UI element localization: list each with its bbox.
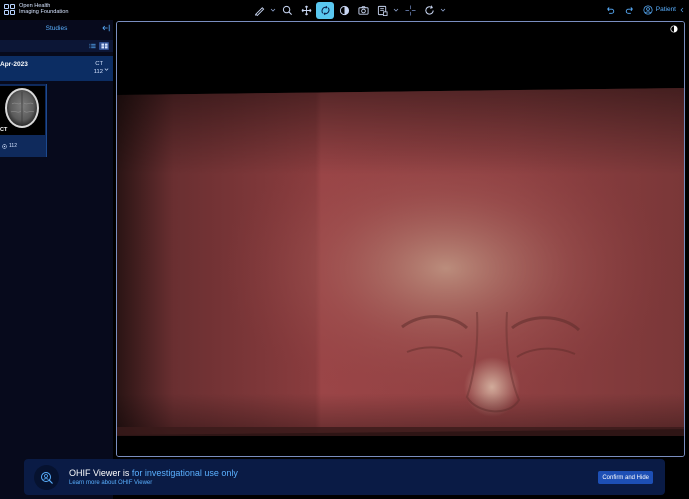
confirm-and-hide-button[interactable]: Confirm and Hide [598, 471, 653, 484]
notice-avatar [34, 465, 59, 490]
rotate-3d-icon [321, 5, 329, 15]
undo-button[interactable] [603, 2, 617, 17]
measure-dropdown-toggle[interactable] [269, 2, 276, 19]
chevron-down-icon [440, 8, 445, 12]
studies-tab[interactable]: Studies [46, 25, 68, 32]
list-view-button[interactable] [87, 42, 97, 50]
main-toolbar [250, 1, 448, 19]
capture-tool-button[interactable] [354, 2, 372, 19]
layout-tool-button[interactable] [373, 2, 391, 19]
camera-icon [357, 5, 369, 15]
chevron-down-icon [104, 68, 109, 71]
user-search-icon [40, 471, 53, 484]
series-instance-count: 112 [9, 143, 17, 149]
volume-rendering [117, 22, 684, 456]
reset-tool-button[interactable] [420, 2, 438, 19]
reset-dropdown-toggle[interactable] [439, 2, 446, 19]
studies-tab-bar: Studies [0, 20, 113, 36]
pan-icon [301, 5, 311, 15]
series-modality: CT [0, 127, 8, 133]
study-modality: CT [95, 61, 103, 67]
layout-icon [377, 5, 387, 16]
reset-icon [424, 5, 434, 15]
study-date: Apr-2023 [0, 61, 28, 68]
chevron-left-icon [680, 7, 684, 12]
window-level-preset-icon[interactable] [670, 25, 678, 33]
volume-viewport[interactable] [116, 21, 685, 457]
user-circle-icon [643, 4, 653, 15]
stack-icon [2, 143, 7, 149]
pan-tool-button[interactable] [297, 2, 315, 19]
crosshairs-icon [404, 4, 416, 16]
undo-icon [606, 6, 614, 14]
thumbnail-view-toggle [0, 40, 113, 52]
crosshairs-tool-button[interactable] [401, 2, 419, 19]
grid-icon [100, 43, 108, 49]
ohif-logo[interactable]: Open Health Imaging Foundation [4, 3, 68, 15]
zoom-icon [282, 5, 292, 15]
chevron-down-icon [393, 8, 398, 12]
rotate-3d-tool-button[interactable] [316, 1, 334, 19]
zoom-tool-button[interactable] [278, 2, 296, 19]
study-browser-panel: Studies Apr-2023 CT 112 CT 112 [0, 20, 113, 499]
measure-tool-button[interactable] [250, 2, 268, 19]
investigational-use-banner: OHIF Viewer is for investigational use o… [24, 459, 665, 495]
measure-icon [254, 6, 264, 16]
window-level-tool-button[interactable] [335, 2, 353, 19]
series-instance-info: 112 [2, 143, 17, 149]
notice-title-highlight: for investigational use only [131, 468, 238, 478]
collapse-panel-icon[interactable] [102, 24, 110, 32]
patient-info-button[interactable]: Patient [643, 4, 685, 15]
chevron-down-icon [270, 8, 275, 12]
header-actions: Patient [603, 2, 685, 17]
logo-icon [4, 3, 15, 15]
logo-line-2: Imaging Foundation [19, 9, 69, 15]
notice-title: OHIF Viewer is for investigational use o… [69, 468, 238, 478]
study-instance-count: 112 [93, 69, 103, 75]
app-header: Open Health Imaging Foundation Patient [0, 0, 689, 20]
window-level-icon [339, 5, 349, 15]
layout-dropdown-toggle[interactable] [392, 2, 399, 19]
patient-label: Patient [655, 6, 676, 13]
learn-more-link[interactable]: Learn more about OHIF Viewer [69, 480, 152, 486]
notice-title-prefix: OHIF Viewer is [69, 468, 132, 478]
list-icon [88, 43, 96, 49]
redo-icon [625, 6, 633, 14]
grid-view-button[interactable] [99, 42, 109, 50]
redo-button[interactable] [623, 2, 637, 17]
series-thumbnail-card[interactable]: CT 112 [0, 84, 47, 157]
study-item[interactable]: Apr-2023 CT 112 [0, 56, 113, 81]
